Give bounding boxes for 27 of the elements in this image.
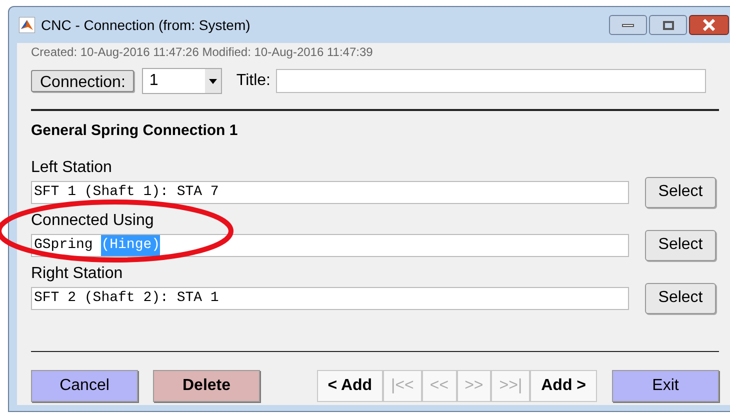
select-button[interactable]: Select <box>645 230 716 260</box>
field-label: Right Station <box>31 264 124 282</box>
action-button[interactable]: Cancel <box>31 370 138 402</box>
minimize-button[interactable] <box>609 15 647 35</box>
dropdown-arrow-icon <box>209 78 218 84</box>
close-icon <box>703 19 715 31</box>
input-field[interactable]: SFT 1 (Shaft 1): STA 7 <box>31 180 629 204</box>
delete-button[interactable]: Delete <box>153 370 260 402</box>
timestamp-text: Created: 10-Aug-2016 11:47:26 Modified: 10-Aug-2016 11:47:39 <box>31 44 374 61</box>
maximize-button[interactable] <box>649 15 687 35</box>
field-label: Connected Using <box>31 212 155 230</box>
input-field[interactable]: GSpring (Hinge) <box>31 234 629 256</box>
title-label: Title: <box>236 71 270 91</box>
connection-dropdown[interactable]: 1 <box>142 68 222 94</box>
title-field[interactable] <box>276 69 706 93</box>
close-button[interactable] <box>689 15 729 35</box>
section-heading: General Spring Connection 1 <box>31 121 239 141</box>
app-icon <box>19 17 35 33</box>
input-field[interactable]: SFT 2 (Shaft 2): STA 1 <box>31 286 629 310</box>
connection-button[interactable]: Connection: <box>31 70 134 92</box>
field-label: Left Station <box>31 158 113 176</box>
select-button[interactable]: Select <box>645 176 716 208</box>
select-button[interactable]: Select <box>645 282 716 314</box>
window-title: CNC - Connection (from: System) <box>41 16 250 35</box>
action-button[interactable]: Exit <box>612 370 719 402</box>
nav-button[interactable]: Add > <box>530 370 597 402</box>
nav-button[interactable]: < Add <box>316 370 384 402</box>
